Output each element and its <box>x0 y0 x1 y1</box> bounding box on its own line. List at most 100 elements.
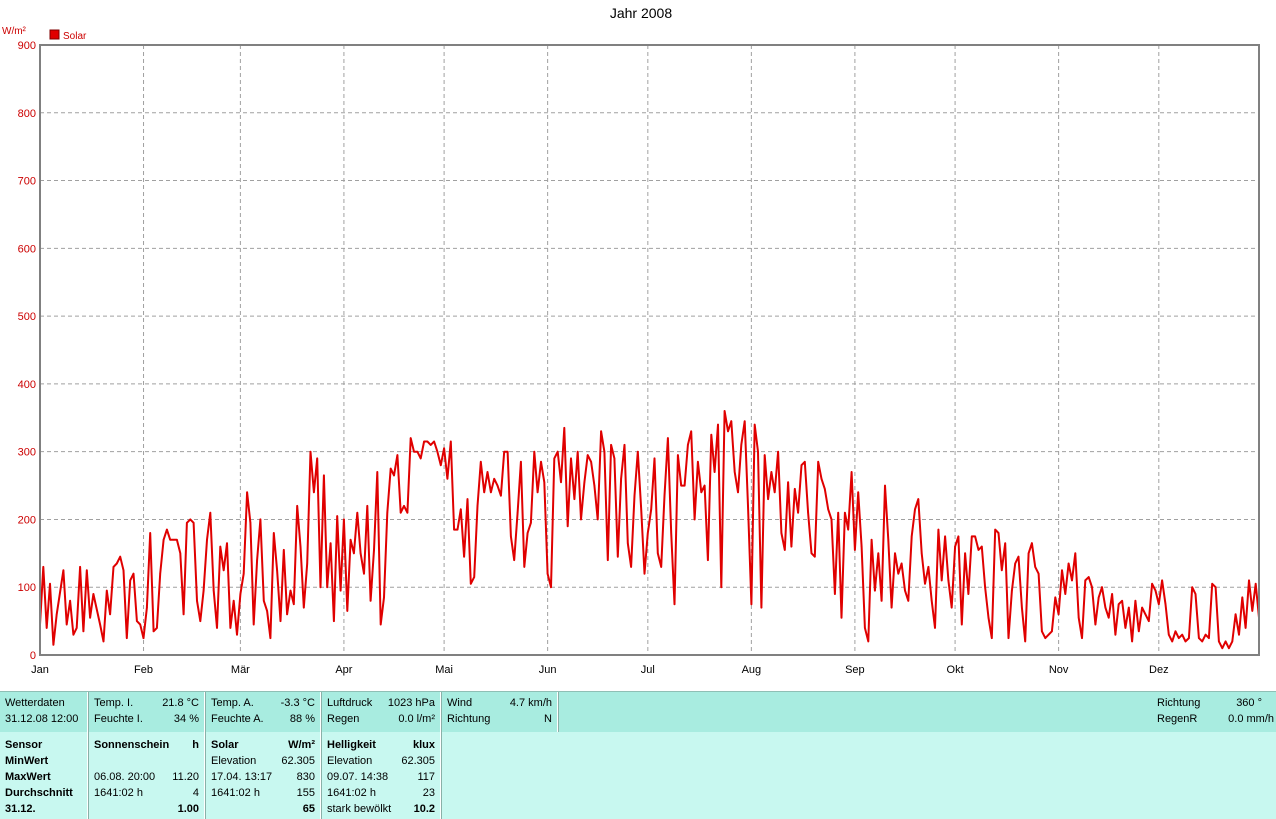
data-point <box>607 559 609 561</box>
data-point <box>209 511 212 514</box>
regenr-value: 0.0 mm/h <box>1228 713 1274 725</box>
data-point <box>660 566 662 568</box>
data-point <box>924 583 926 585</box>
data-point <box>72 633 75 636</box>
data-point <box>416 450 419 453</box>
data-point <box>837 511 839 514</box>
data-point <box>152 630 155 633</box>
data-point <box>239 593 242 595</box>
data-point <box>773 491 776 494</box>
data-point <box>900 562 903 565</box>
data-point <box>804 461 806 463</box>
data-point <box>1004 542 1006 544</box>
cell-wetterdaten: Wetterdaten 31.12.08 12:00 <box>0 692 87 732</box>
data-point <box>1077 616 1080 619</box>
data-point <box>1101 586 1103 588</box>
data-point <box>617 555 619 558</box>
data-point <box>1081 637 1083 639</box>
data-point <box>630 566 632 568</box>
solar-day-value: 65 <box>302 803 315 815</box>
data-point <box>409 437 412 439</box>
stats-sensor: Sensor MinWert MaxWert Durchschnitt 31.1… <box>0 732 87 819</box>
feuchte-i-label: Feuchte I. <box>94 713 143 725</box>
data-point <box>1231 640 1234 643</box>
y-tick-label: 800 <box>18 108 36 120</box>
solar-unit: W/m² <box>288 739 315 751</box>
solar-avg-value: 155 <box>296 787 315 799</box>
data-point <box>790 545 793 548</box>
wind-value: 4.7 km/h <box>509 697 552 709</box>
solar-elev-value: 62.305 <box>281 755 315 767</box>
data-point <box>1214 586 1217 588</box>
helligkeit-day-label: stark bewölkt <box>327 803 392 815</box>
feuchte-a-value: 88 % <box>289 713 315 725</box>
data-point <box>887 539 890 541</box>
data-point <box>343 518 345 521</box>
data-point <box>824 488 826 490</box>
data-point <box>480 461 482 463</box>
data-point <box>172 539 175 541</box>
temp-a-label: Temp. A. <box>211 697 254 709</box>
data-point <box>1037 572 1040 575</box>
data-point <box>740 444 743 446</box>
x-tick-label: Dez <box>1149 664 1169 676</box>
y-axis-unit: W/m² <box>2 26 27 37</box>
data-point <box>219 545 222 548</box>
data-point <box>1044 637 1047 639</box>
data-point <box>496 484 499 487</box>
data-point <box>386 511 389 514</box>
data-point <box>1104 606 1107 609</box>
data-point <box>142 637 145 639</box>
data-point <box>984 586 986 588</box>
data-point <box>202 589 205 592</box>
data-point <box>109 613 111 616</box>
y-tick-label: 700 <box>18 176 36 188</box>
data-point <box>279 620 282 622</box>
x-axis: Jan Feb Mär Apr Mai Jun Jul Aug Sep Okt Nov Dez <box>31 664 1168 676</box>
data-point <box>717 423 719 426</box>
data-point <box>1254 583 1257 585</box>
data-point <box>1138 630 1140 633</box>
data-point <box>182 613 185 616</box>
helligkeit-avg-label: 1641:02 h <box>327 787 376 799</box>
data-point <box>373 549 375 551</box>
data-point <box>406 511 409 514</box>
data-point <box>433 440 435 443</box>
wetterdaten-label: Wetterdaten <box>5 697 65 709</box>
x-tick-label: Mär <box>231 664 250 676</box>
data-point <box>583 481 586 484</box>
y-tick-label: 0 <box>30 650 36 662</box>
helligkeit-elev-value: 62.305 <box>401 755 435 767</box>
data-point <box>770 471 773 473</box>
stats-sonnenschein: Sonnenschein h 06.08. 20:00 11.20 1641:02 … <box>89 732 204 819</box>
richtung-label: Richtung <box>447 713 491 725</box>
data-point <box>446 478 449 480</box>
data-point <box>156 627 158 629</box>
data-point <box>1151 583 1153 585</box>
data-point <box>476 505 479 507</box>
data-point <box>129 579 131 582</box>
data-point <box>994 528 996 531</box>
data-point <box>196 600 198 602</box>
data-point <box>1154 589 1157 592</box>
data-point <box>860 545 863 548</box>
data-point <box>543 481 546 484</box>
data-point <box>1234 613 1237 616</box>
data-point <box>86 569 88 572</box>
data-point <box>79 566 81 568</box>
data-point <box>252 623 255 626</box>
data-point <box>1174 630 1177 633</box>
data-point <box>176 539 178 541</box>
feuchte-a-label: Feuchte A. <box>211 713 264 725</box>
data-point <box>1034 566 1036 568</box>
data-point <box>92 593 95 595</box>
data-point <box>693 518 696 521</box>
temp-a-value: -3.3 °C <box>280 697 315 709</box>
data-point <box>293 603 295 605</box>
y-tick-label: 300 <box>18 447 36 459</box>
wind-label: Wind <box>447 697 473 709</box>
data-point <box>620 478 622 480</box>
data-point <box>1021 606 1023 609</box>
data-point <box>366 505 369 507</box>
data-point <box>623 444 626 446</box>
